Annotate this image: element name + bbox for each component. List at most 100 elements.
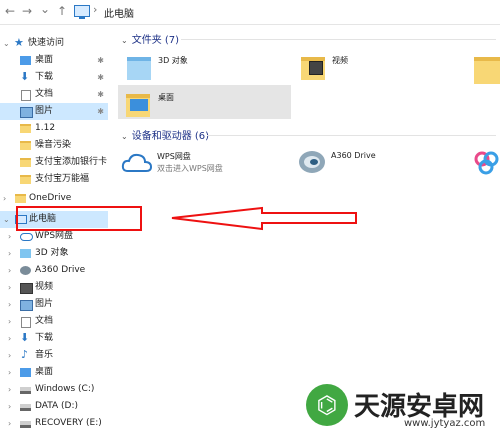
chevron-right-icon[interactable]: › xyxy=(8,415,11,432)
sidebar-item-pictures[interactable]: 图片 ✱ xyxy=(0,103,108,120)
folder-icon xyxy=(15,194,26,203)
sidebar-item-label: 音乐 xyxy=(35,350,54,360)
watermark: ⌬ 天源安卓网 www.jytyaz.com xyxy=(306,384,500,434)
device-tile-a360-drive[interactable]: A360 Drive xyxy=(297,145,467,181)
folder-label: 3D 对象 xyxy=(158,56,188,65)
sidebar-item-downloads-pc[interactable]: › ⬇ 下载 xyxy=(0,330,108,347)
drive-icon xyxy=(20,387,31,394)
sidebar-item-label: 支付宝添加银行卡 xyxy=(35,157,108,167)
highlight-box-annotation xyxy=(16,206,142,231)
sidebar-item-music[interactable]: › ♪ 音乐 xyxy=(0,347,108,364)
android-logo-icon: ⌬ xyxy=(306,384,348,426)
sidebar-item-folder-noise[interactable]: 噪音污染 xyxy=(0,137,108,154)
sidebar-item-folder-1-12[interactable]: 1.12 xyxy=(0,120,108,137)
pin-icon: ✱ xyxy=(97,107,104,116)
sidebar-item-label: 文档 xyxy=(35,89,54,99)
device-name: A360 Drive xyxy=(331,151,376,160)
pictures-folder-icon[interactable] xyxy=(474,57,500,84)
3d-objects-icon xyxy=(127,57,151,80)
breadcrumb-location[interactable]: 此电脑 xyxy=(104,5,134,20)
baidu-netdisk-icon[interactable] xyxy=(472,149,500,177)
folder-tile-desktop[interactable]: 桌面 xyxy=(118,85,291,119)
sidebar-item-label: 3D 对象 xyxy=(35,248,69,258)
folder-icon xyxy=(20,141,31,150)
chevron-right-icon[interactable]: › xyxy=(8,398,11,415)
a360-icon xyxy=(20,266,31,275)
chevron-down-icon[interactable]: ⌄ xyxy=(121,132,128,141)
section-divider xyxy=(207,135,496,136)
chevron-right-icon[interactable]: › xyxy=(8,279,11,296)
sidebar-item-drive-d[interactable]: › DATA (D:) xyxy=(0,398,108,415)
sidebar-item-label: 文档 xyxy=(35,316,54,326)
sidebar-item-label: DATA (D:) xyxy=(35,401,79,411)
chevron-right-icon[interactable]: › xyxy=(8,262,11,279)
pin-icon: ✱ xyxy=(97,56,104,65)
section-divider xyxy=(181,39,496,40)
chevron-right-icon[interactable]: › xyxy=(3,190,6,207)
drive-icon xyxy=(20,421,31,428)
up-arrow-icon[interactable]: ↑ xyxy=(57,4,67,18)
sidebar-item-drive-e[interactable]: › RECOVERY (E:) xyxy=(0,415,108,432)
devices-section-header[interactable]: ⌄ 设备和驱动器 (6) xyxy=(121,127,209,142)
cloud-icon xyxy=(20,233,33,241)
3d-objects-icon xyxy=(20,249,31,258)
pin-icon: ✱ xyxy=(97,73,104,82)
sidebar-item-a360-drive[interactable]: › A360 Drive xyxy=(0,262,108,279)
chevron-right-icon[interactable]: › xyxy=(8,313,11,330)
chevron-right-icon[interactable]: › xyxy=(8,245,11,262)
download-icon: ⬇ xyxy=(20,70,30,83)
sidebar-item-documents[interactable]: 文档 ✱ xyxy=(0,86,108,103)
folder-label: 桌面 xyxy=(158,93,174,102)
star-icon: ★ xyxy=(14,36,24,49)
sidebar-item-label: 桌面 xyxy=(35,367,54,377)
section-title: 设备和驱动器 (6) xyxy=(131,131,210,142)
sidebar-item-label: A360 Drive xyxy=(35,265,86,275)
cloud-icon xyxy=(121,153,153,172)
sidebar-item-onedrive[interactable]: › OneDrive xyxy=(0,190,108,207)
device-name: WPS网盘 xyxy=(157,152,191,161)
folder-tile-videos[interactable]: 视频 xyxy=(301,49,471,85)
sidebar-item-quick-access[interactable]: ⌄ ★ 快速访问 xyxy=(0,35,108,52)
sidebar-item-label: 图片 xyxy=(35,106,54,116)
folders-section-header[interactable]: ⌄ 文件夹 (7) xyxy=(121,31,179,46)
folder-icon xyxy=(20,158,31,167)
section-title: 文件夹 (7) xyxy=(131,35,180,46)
sidebar-item-label: 1.12 xyxy=(35,123,56,133)
chevron-right-icon[interactable]: › xyxy=(8,364,11,381)
chevron-down-icon[interactable]: ⌄ xyxy=(3,211,10,228)
sidebar-item-folder-alipay-fu[interactable]: 支付宝万能福 xyxy=(0,171,108,188)
back-arrow-icon[interactable]: ← xyxy=(5,4,15,18)
sidebar-item-downloads[interactable]: ⬇ 下载 ✱ xyxy=(0,69,108,86)
folder-icon xyxy=(20,175,31,184)
sidebar-item-desktop[interactable]: 桌面 ✱ xyxy=(0,52,108,69)
forward-arrow-icon[interactable]: → xyxy=(22,4,32,18)
sidebar-item-3d-objects[interactable]: › 3D 对象 xyxy=(0,245,108,262)
chevron-right-icon[interactable]: › xyxy=(8,347,11,364)
desktop-icon xyxy=(130,99,148,111)
download-icon: ⬇ xyxy=(20,331,30,344)
sidebar-item-documents-pc[interactable]: › 文档 xyxy=(0,313,108,330)
sidebar-item-label: Windows (C:) xyxy=(35,384,95,394)
sidebar-item-label: 噪音污染 xyxy=(35,140,72,150)
chevron-right-icon[interactable]: › xyxy=(8,228,11,245)
sidebar-item-pictures-pc[interactable]: › 图片 xyxy=(0,296,108,313)
chevron-down-icon[interactable]: ⌄ xyxy=(40,2,50,16)
sidebar-item-drive-c[interactable]: › Windows (C:) xyxy=(0,381,108,398)
sidebar-item-videos[interactable]: › 视频 xyxy=(0,279,108,296)
sidebar-item-folder-alipay-card[interactable]: 支付宝添加银行卡 xyxy=(0,154,108,171)
videos-icon xyxy=(20,283,33,294)
chevron-down-icon[interactable]: ⌄ xyxy=(121,36,128,45)
desktop-icon xyxy=(20,56,31,65)
sidebar-item-label: 视频 xyxy=(35,282,54,292)
sidebar-item-label: 下载 xyxy=(35,333,54,343)
folder-tile-3d-objects[interactable]: 3D 对象 xyxy=(121,49,291,85)
sidebar-item-label: 快速访问 xyxy=(28,38,65,48)
folder-label: 视频 xyxy=(332,56,348,65)
folder-icon xyxy=(20,124,31,133)
device-tile-wps-cloud[interactable]: WPS网盘 双击进入WPS网盘 xyxy=(121,145,291,181)
chevron-right-icon[interactable]: › xyxy=(8,381,11,398)
chevron-right-icon[interactable]: › xyxy=(8,330,11,347)
chevron-down-icon[interactable]: ⌄ xyxy=(3,35,10,52)
chevron-right-icon[interactable]: › xyxy=(8,296,11,313)
sidebar-item-desktop-pc[interactable]: › 桌面 xyxy=(0,364,108,381)
